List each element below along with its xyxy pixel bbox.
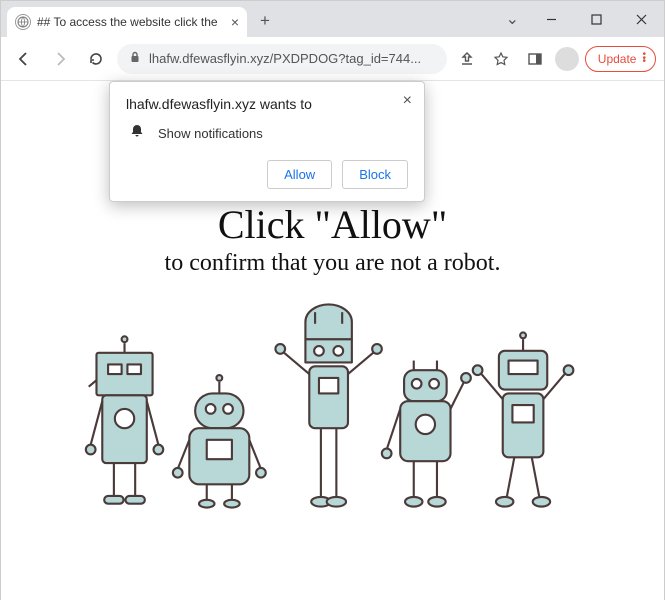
new-tab-button[interactable]: + — [251, 7, 279, 35]
permission-label: Show notifications — [158, 126, 263, 141]
menu-dots-icon: ••• — [642, 53, 645, 64]
title-bar: ## To access the website click the × + ⌄ — [1, 1, 664, 37]
allow-button[interactable]: Allow — [267, 160, 332, 189]
headline-block: Click "Allow" to confirm that you are no… — [1, 201, 664, 277]
popup-buttons: Allow Block — [126, 160, 408, 189]
back-button[interactable] — [9, 44, 39, 74]
update-label: Update — [598, 52, 637, 66]
close-icon[interactable]: × — [403, 92, 412, 110]
close-tab-icon[interactable]: × — [231, 14, 239, 30]
headline-sub: to confirm that you are not a robot. — [1, 250, 664, 277]
popup-host-text: lhafw.dfewasflyin.xyz wants to — [126, 96, 408, 112]
chevron-down-icon[interactable]: ⌄ — [506, 9, 519, 29]
window-controls: ⌄ — [506, 1, 664, 37]
bell-icon — [130, 124, 144, 142]
close-window-button[interactable] — [619, 1, 664, 37]
side-panel-icon[interactable] — [521, 45, 549, 73]
profile-avatar[interactable] — [555, 47, 579, 71]
lock-icon — [129, 51, 141, 66]
headline-main: Click "Allow" — [1, 201, 664, 248]
address-bar[interactable]: lhafw.dfewasflyin.xyz/PXDPDOG?tag_id=744… — [117, 44, 447, 74]
forward-button[interactable] — [45, 44, 75, 74]
block-button[interactable]: Block — [342, 160, 408, 189]
maximize-button[interactable] — [574, 1, 619, 37]
bookmark-star-icon[interactable] — [487, 45, 515, 73]
minimize-button[interactable] — [529, 1, 574, 37]
browser-tab[interactable]: ## To access the website click the × — [7, 7, 247, 37]
globe-icon — [15, 14, 31, 30]
tab-title: ## To access the website click the — [37, 15, 225, 29]
url-text: lhafw.dfewasflyin.xyz/PXDPDOG?tag_id=744… — [149, 51, 435, 66]
robots-illustration — [81, 301, 584, 511]
notification-permission-popup: × lhafw.dfewasflyin.xyz wants to Show no… — [109, 81, 425, 202]
update-button[interactable]: Update ••• — [585, 46, 656, 72]
permission-row: Show notifications — [126, 124, 408, 142]
toolbar: lhafw.dfewasflyin.xyz/PXDPDOG?tag_id=744… — [1, 37, 664, 81]
reload-button[interactable] — [81, 44, 111, 74]
share-icon[interactable] — [453, 45, 481, 73]
